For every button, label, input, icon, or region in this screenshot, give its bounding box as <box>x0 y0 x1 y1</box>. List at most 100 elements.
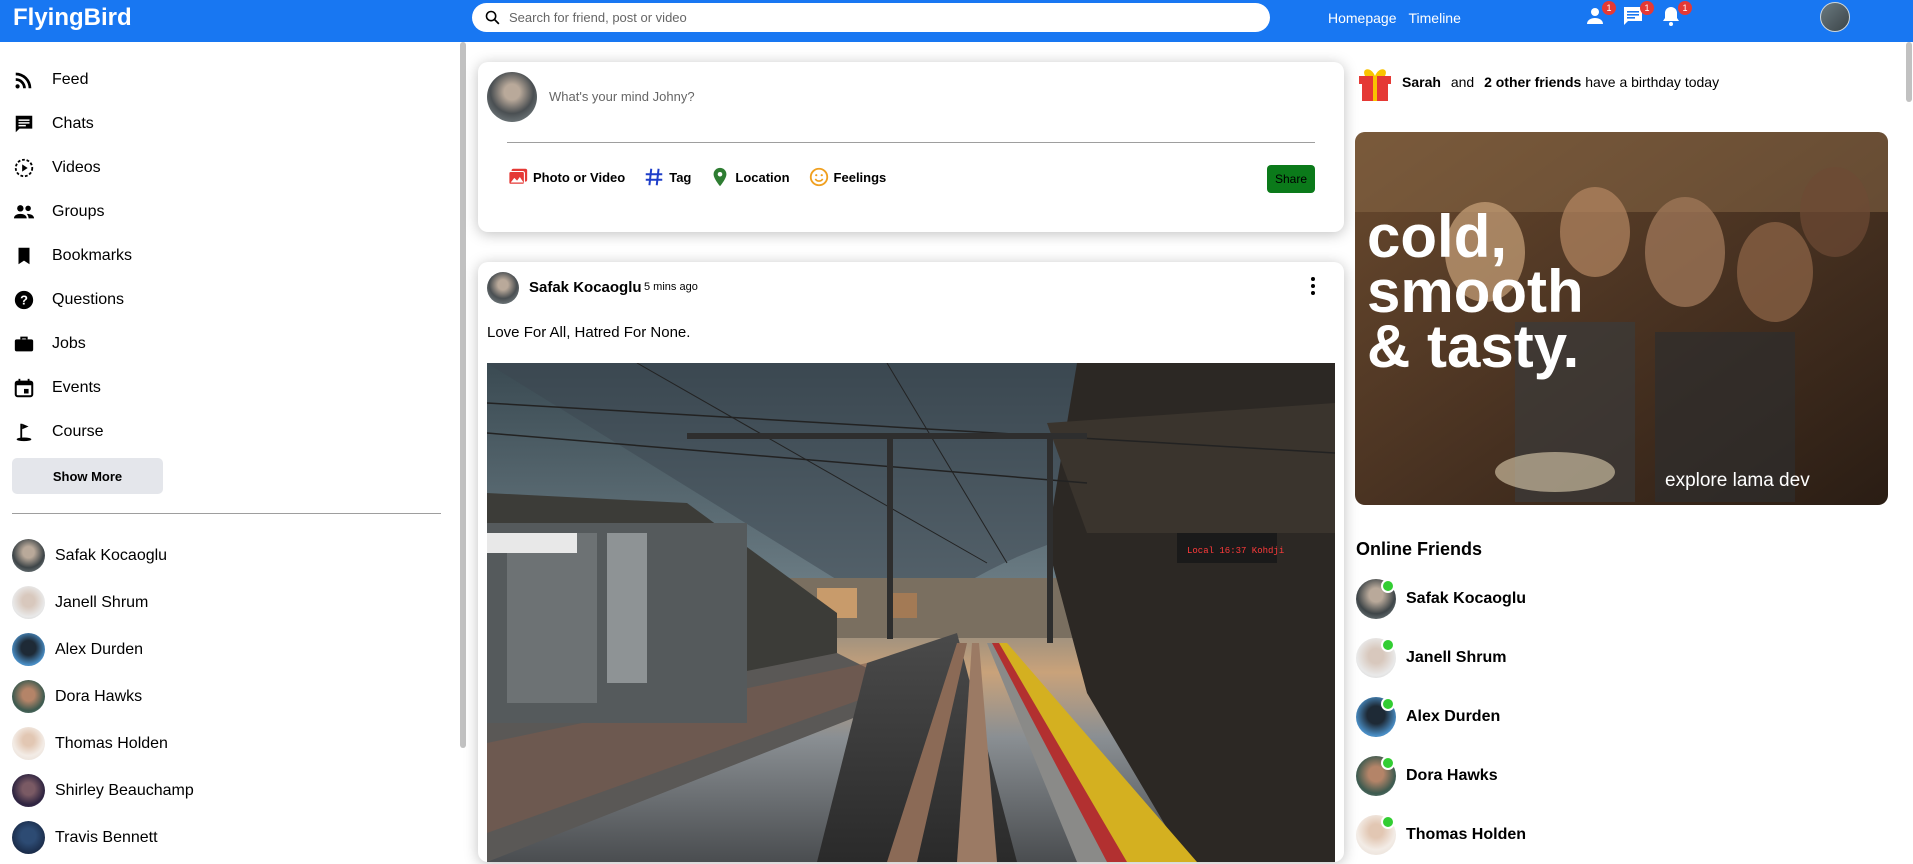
sidebar-item-label: Chats <box>52 115 94 132</box>
search-icon <box>485 10 500 25</box>
friend-item[interactable]: Thomas Holden <box>12 720 194 767</box>
left-sidebar: Feed Chats Videos Groups Bookmarks ? Que… <box>0 42 466 854</box>
location-option[interactable]: Location <box>709 166 790 188</box>
share-input[interactable] <box>549 89 1149 104</box>
homepage-link[interactable]: Homepage <box>1328 10 1397 26</box>
online-friend-item[interactable]: Alex Durden <box>1356 687 1526 746</box>
online-friend-item[interactable]: Safak Kocaoglu <box>1356 569 1526 628</box>
sidebar-scrollbar[interactable] <box>460 42 466 748</box>
notifications-badge: 1 <box>1678 1 1692 15</box>
photo-video-option[interactable]: Photo or Video <box>507 166 625 188</box>
sidebar-item-groups[interactable]: Groups <box>12 190 132 234</box>
show-more-button[interactable]: Show More <box>12 458 163 494</box>
event-icon <box>12 376 36 400</box>
profile-avatar[interactable] <box>1820 2 1850 32</box>
sidebar-menu: Feed Chats Videos Groups Bookmarks ? Que… <box>12 58 132 454</box>
sidebar-item-videos[interactable]: Videos <box>12 146 132 190</box>
tag-option[interactable]: Tag <box>643 166 691 188</box>
avatar[interactable] <box>487 272 519 304</box>
online-friend-item[interactable]: Thomas Holden <box>1356 805 1526 864</box>
avatar <box>12 586 45 619</box>
sidebar-item-questions[interactable]: ? Questions <box>12 278 132 322</box>
birthday-and: and <box>1450 74 1475 90</box>
friend-name: Thomas Holden <box>1406 825 1527 843</box>
sidebar-item-label: Events <box>52 379 101 396</box>
avatar <box>1356 755 1396 796</box>
sidebar-divider <box>12 513 441 514</box>
online-friends-list: Safak Kocaoglu Janell Shrum Alex Durden … <box>1356 569 1526 864</box>
friend-item[interactable]: Travis Bennett <box>12 814 194 861</box>
app-logo[interactable]: FlyingBird <box>13 4 132 32</box>
option-label: Photo or Video <box>533 169 626 185</box>
friend-name: Janell Shrum <box>55 593 149 611</box>
sidebar-item-chats[interactable]: Chats <box>12 102 132 146</box>
friend-requests-badge: 1 <box>1602 1 1616 15</box>
option-label: Tag <box>669 169 692 185</box>
school-icon <box>12 420 36 444</box>
share-card: Photo or Video Tag Location Feelings Sha… <box>478 62 1344 232</box>
birthday-others[interactable]: 2 other friends <box>1484 74 1581 90</box>
friend-name: Alex Durden <box>1406 707 1501 725</box>
online-friend-item[interactable]: Dora Hawks <box>1356 746 1526 805</box>
friend-name: Janell Shrum <box>1406 648 1507 666</box>
more-vert-icon[interactable] <box>1310 276 1316 296</box>
friend-name: Dora Hawks <box>55 687 143 705</box>
page-scrollbar[interactable] <box>1906 42 1912 102</box>
sidebar-item-label: Groups <box>52 203 105 220</box>
birthday-name[interactable]: Sarah <box>1402 74 1441 90</box>
sidebar-item-events[interactable]: Events <box>12 366 132 410</box>
search-input[interactable] <box>509 10 1209 25</box>
photo-icon <box>508 168 528 185</box>
friend-item[interactable]: Alex Durden <box>12 626 194 673</box>
online-indicator <box>1381 578 1395 593</box>
sidebar-item-feed[interactable]: Feed <box>12 58 132 102</box>
friend-name: Thomas Holden <box>55 734 168 752</box>
sidebar-item-label: Videos <box>52 159 101 176</box>
emoji-icon <box>809 167 828 187</box>
post-card: Safak Kocaoglu 5 mins ago Love For All, … <box>478 262 1344 862</box>
avatar <box>1356 637 1396 678</box>
sidebar-item-jobs[interactable]: Jobs <box>12 322 132 366</box>
friend-item[interactable]: Safak Kocaoglu <box>12 532 194 579</box>
avatar <box>12 774 45 807</box>
notifications-button[interactable]: 1 <box>1659 1 1692 28</box>
share-options: Photo or Video Tag Location Feelings <box>507 166 886 188</box>
friend-requests-button[interactable]: 1 <box>1583 1 1616 28</box>
avatar <box>12 680 45 713</box>
top-bar: FlyingBird Homepage Timeline 1 1 1 <box>0 0 1913 42</box>
avatar <box>12 727 45 760</box>
online-friend-item[interactable]: Janell Shrum <box>1356 628 1526 687</box>
station-sign-text: Local 16:37 Kohdji <box>1187 546 1284 556</box>
post-image[interactable]: Local 16:37 Kohdji <box>487 363 1335 862</box>
avatar <box>1356 696 1396 737</box>
option-label: Location <box>735 169 790 185</box>
messages-button[interactable]: 1 <box>1621 1 1654 28</box>
feelings-option[interactable]: Feelings <box>808 166 886 188</box>
birthday-notice: Sarah and 2 other friends have a birthda… <box>1356 62 1719 102</box>
sidebar-item-course[interactable]: Course <box>12 410 132 454</box>
work-icon <box>12 332 36 356</box>
help-circle-icon: ? <box>12 288 36 312</box>
timeline-link[interactable]: Timeline <box>1409 10 1461 26</box>
birthday-suffix: have a birthday today <box>1585 74 1720 90</box>
sidebar-item-label: Jobs <box>52 335 86 352</box>
chat-icon <box>12 112 36 136</box>
search-bar[interactable] <box>472 3 1270 32</box>
share-button[interactable]: Share <box>1267 165 1315 193</box>
friend-item[interactable]: Janell Shrum <box>12 579 194 626</box>
post-text: Love For All, Hatred For None. <box>487 324 691 341</box>
group-icon <box>12 200 36 224</box>
advertisement[interactable]: cold, smooth & tasty. explore lama dev <box>1355 132 1888 505</box>
friend-item[interactable]: Dora Hawks <box>12 673 194 720</box>
top-icons: 1 1 1 <box>1583 1 1692 28</box>
post-username[interactable]: Safak Kocaoglu <box>529 279 642 296</box>
online-indicator <box>1381 637 1395 652</box>
post-timestamp: 5 mins ago <box>644 281 698 293</box>
bookmark-icon <box>12 244 36 268</box>
share-divider <box>507 142 1315 143</box>
messages-badge: 1 <box>1640 1 1654 15</box>
friend-list: Safak Kocaoglu Janell Shrum Alex Durden … <box>12 532 194 861</box>
ad-headline-3: & tasty. <box>1367 313 1579 380</box>
sidebar-item-bookmarks[interactable]: Bookmarks <box>12 234 132 278</box>
friend-item[interactable]: Shirley Beauchamp <box>12 767 194 814</box>
